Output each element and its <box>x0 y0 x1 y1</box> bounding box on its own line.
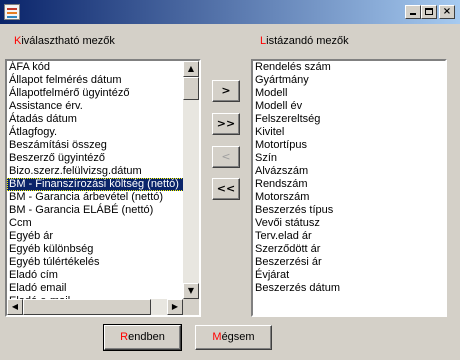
list-item[interactable]: Alvázszám <box>253 165 445 178</box>
list-item[interactable]: Állapot felmérés dátum <box>7 74 184 87</box>
list-item[interactable]: Egyéb különbség <box>7 243 184 256</box>
list-item[interactable]: Szerződött ár <box>253 243 445 256</box>
list-item[interactable]: Állapotfelmérő ügyintéző <box>7 87 184 100</box>
list-item[interactable]: Assistance érv. <box>7 100 184 113</box>
scroll-up-button[interactable]: ▲ <box>183 61 199 77</box>
cancel-button-label: égsem <box>221 331 255 343</box>
app-icon-stripe <box>7 8 17 10</box>
available-fields-items: ÁFA kód Állapot felmérés dátum Állapotfelm… <box>7 61 184 308</box>
list-item[interactable]: Eladó cím <box>7 269 184 282</box>
list-item[interactable]: Ccm <box>7 217 184 230</box>
available-fields-label-text: iválasztható mezők <box>21 35 115 47</box>
list-item[interactable]: Beszerzés dátum <box>253 282 445 295</box>
list-item[interactable]: Beszerzés típus <box>253 204 445 217</box>
list-item[interactable]: ÁFA kód <box>7 61 184 74</box>
app-icon[interactable] <box>4 4 20 20</box>
list-item[interactable]: Évjárat <box>253 269 445 282</box>
app-icon-stripe <box>7 16 17 18</box>
add-all-button[interactable]: >> <box>212 113 240 135</box>
minimize-icon <box>410 13 416 15</box>
remove-all-button[interactable]: << <box>212 178 240 200</box>
ok-button-label: endben <box>128 331 165 343</box>
list-item[interactable]: Modell <box>253 87 445 100</box>
maximize-button[interactable] <box>421 5 437 19</box>
list-item[interactable]: Átlagfogy. <box>7 126 184 139</box>
list-item[interactable]: Beszerző ügyintéző <box>7 152 184 165</box>
list-item[interactable]: Kivitel <box>253 126 445 139</box>
list-item[interactable]: Egyéb túlértékelés <box>7 256 184 269</box>
list-item[interactable]: Modell év <box>253 100 445 113</box>
add-selected-button[interactable]: > <box>212 80 240 102</box>
list-item[interactable]: Átadás dátum <box>7 113 184 126</box>
list-item[interactable]: Szín <box>253 152 445 165</box>
horizontal-scrollbar[interactable]: ◀ ▶ <box>7 299 183 315</box>
list-item[interactable]: Rendszám <box>253 178 445 191</box>
list-item[interactable]: BM - Finanszírozási költség (nettó) <box>7 178 184 191</box>
listed-fields-list[interactable]: Rendelés szám Gyártmány Modell Modell év Fel… <box>251 59 447 317</box>
list-item[interactable]: Beszerzési ár <box>253 256 445 269</box>
vertical-scroll-thumb[interactable] <box>183 77 199 100</box>
listed-fields-label-text: istázandó mezők <box>266 35 349 47</box>
maximize-icon <box>425 8 433 15</box>
listed-fields-label: Listázandó mezők <box>260 35 349 47</box>
scroll-left-button[interactable]: ◀ <box>7 299 23 315</box>
list-item[interactable]: BM - Garancia ELÁBÉ (nettó) <box>7 204 184 217</box>
available-fields-label: Kiválasztható mezők <box>14 35 115 47</box>
close-button[interactable]: × <box>439 5 455 19</box>
list-item[interactable]: Vevői státusz <box>253 217 445 230</box>
list-item[interactable]: Beszámítási összeg <box>7 139 184 152</box>
scroll-right-button[interactable]: ▶ <box>167 299 183 315</box>
list-item[interactable]: Terv.elad ár <box>253 230 445 243</box>
cancel-button[interactable]: Mégsem <box>195 325 272 350</box>
ok-button-hotkey: R <box>120 331 129 343</box>
title-bar[interactable]: × <box>0 0 460 24</box>
horizontal-scroll-thumb[interactable] <box>23 299 151 315</box>
listed-fields-items: Rendelés szám Gyártmány Modell Modell év Fel… <box>253 61 445 295</box>
remove-selected-button[interactable]: < <box>212 146 240 168</box>
list-item[interactable]: BM - Garancia árbevétel (nettó) <box>7 191 184 204</box>
list-item[interactable]: Gyártmány <box>253 74 445 87</box>
vertical-scrollbar[interactable]: ▲ ▼ <box>183 61 199 299</box>
list-item[interactable]: Bizo.szerz.felülvizsg.dátum <box>7 165 184 178</box>
minimize-button[interactable] <box>405 5 421 19</box>
ok-button[interactable]: Rendben <box>103 324 182 351</box>
scrollbar-corner <box>183 299 199 315</box>
list-item[interactable]: Felszereltség <box>253 113 445 126</box>
cancel-button-hotkey: M <box>212 331 222 343</box>
close-icon: × <box>442 6 452 17</box>
list-item[interactable]: Eladó email <box>7 282 184 295</box>
available-fields-list[interactable]: ÁFA kód Állapot felmérés dátum Állapotfelm… <box>5 59 201 317</box>
list-item[interactable]: Motorszám <box>253 191 445 204</box>
list-item[interactable]: Egyéb ár <box>7 230 184 243</box>
scroll-down-button[interactable]: ▼ <box>183 283 199 299</box>
list-item[interactable]: Motortípus <box>253 139 445 152</box>
list-item[interactable]: Rendelés szám <box>253 61 445 74</box>
app-icon-stripe <box>7 12 17 14</box>
